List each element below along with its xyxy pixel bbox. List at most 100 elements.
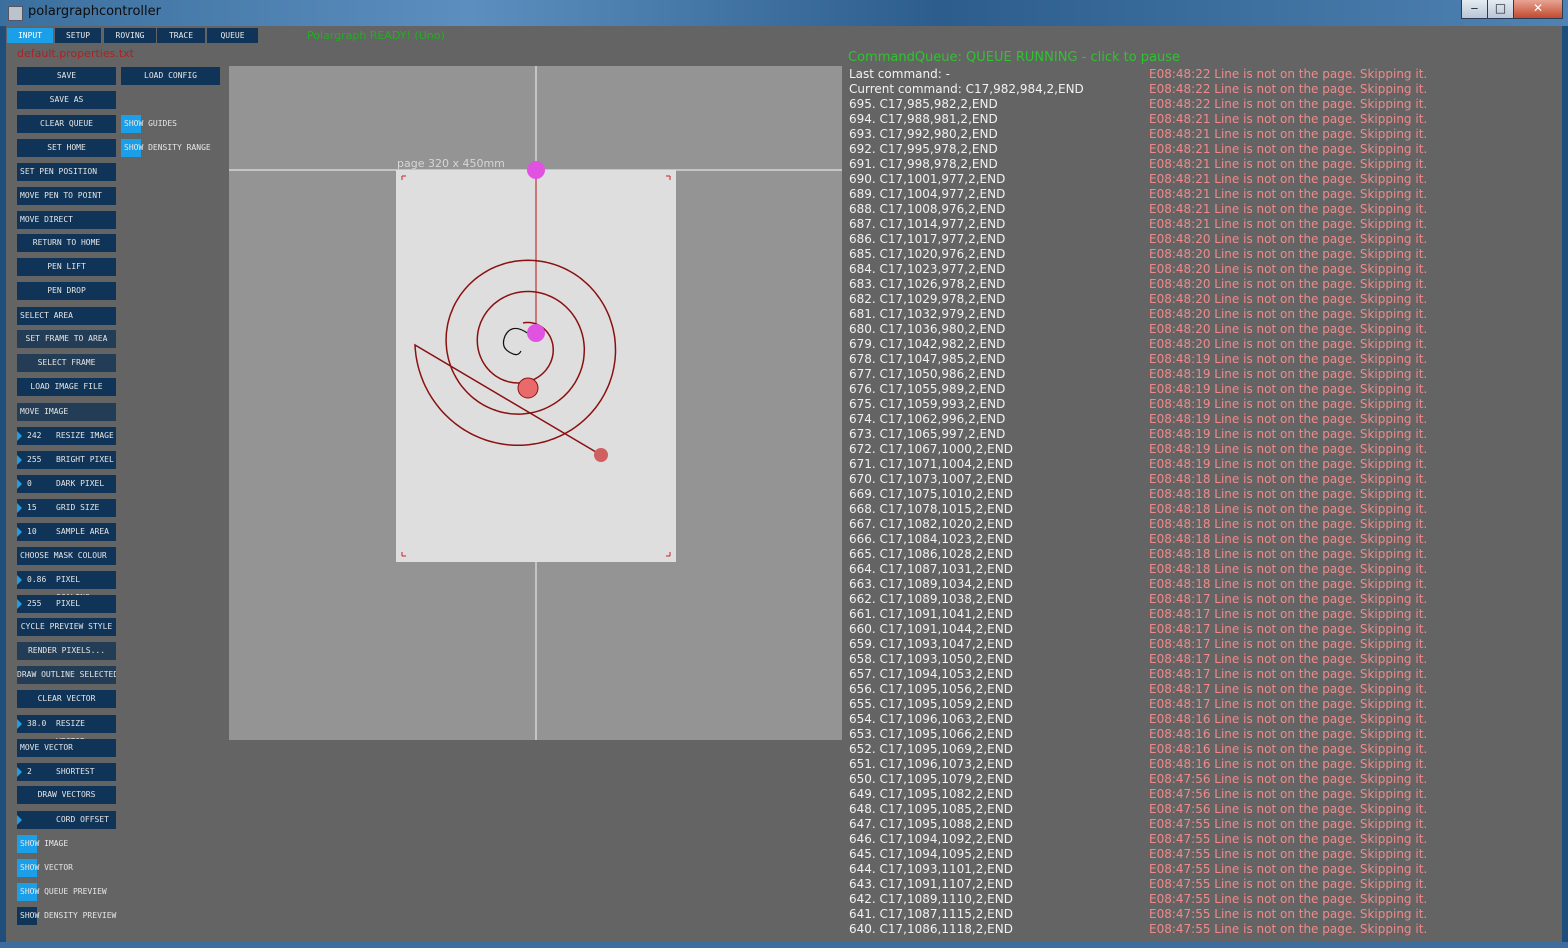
toggle-label: SHOW DENSITY PREVIEW xyxy=(20,911,117,920)
pen-position-marker xyxy=(527,161,545,179)
log-message: E08:48:21 Line is not on the page. Skipp… xyxy=(1149,157,1428,171)
tab-input[interactable]: INPUT xyxy=(7,28,53,43)
current-command: Current command: C17,982,984,2,END xyxy=(849,82,1084,96)
set-pen-position-button[interactable]: SET PEN POSITION xyxy=(17,163,116,181)
toggle-label: SHOW VECTOR xyxy=(20,863,73,872)
queue-item: 678. C17,1047,985,2,END xyxy=(849,352,1006,366)
log-message: E08:47:55 Line is not on the page. Skipp… xyxy=(1149,817,1428,831)
tab-queue[interactable]: QUEUE xyxy=(207,28,258,43)
slider-arrow-icon xyxy=(17,719,22,729)
log-message: E08:48:17 Line is not on the page. Skipp… xyxy=(1149,607,1428,621)
choose-mask-colour-button[interactable]: CHOOSE MASK COLOUR xyxy=(17,547,116,565)
show-image-toggle[interactable]: SHOW IMAGE xyxy=(17,835,127,853)
log-message: E08:48:19 Line is not on the page. Skipp… xyxy=(1149,367,1428,381)
log-message: E08:48:20 Line is not on the page. Skipp… xyxy=(1149,277,1428,291)
queue-item: 662. C17,1089,1038,2,END xyxy=(849,592,1013,606)
stepper-label: SAMPLE AREA xyxy=(56,527,109,536)
log-message: E08:47:55 Line is not on the page. Skipp… xyxy=(1149,907,1428,921)
queue-item: 687. C17,1014,977,2,END xyxy=(849,217,1006,231)
log-message: E08:48:18 Line is not on the page. Skipp… xyxy=(1149,547,1428,561)
pixel-posterize-stepper[interactable]: 255 PIXEL POSTERIZE xyxy=(17,595,116,626)
load-image-file-button[interactable]: LOAD IMAGE FILE xyxy=(17,378,116,396)
machine-canvas[interactable]: page 320 x 450mm xyxy=(229,66,842,740)
draw-outline-selected-button[interactable]: DRAW OUTLINE SELECTED xyxy=(17,666,116,684)
tab-trace[interactable]: TRACE xyxy=(157,28,205,43)
render-pixels-button[interactable]: RENDER PIXELS... xyxy=(17,642,116,660)
queue-item: 647. C17,1095,1088,2,END xyxy=(849,817,1013,831)
queue-item: 695. C17,985,982,2,END xyxy=(849,97,998,111)
show-density-range-toggle[interactable]: SHOW DENSITY RANGE xyxy=(121,139,226,157)
stepper-value: 10 xyxy=(27,527,37,536)
show-density-preview-toggle[interactable]: SHOW DENSITY PREVIEW xyxy=(17,907,127,925)
window-title: polargraphcontroller xyxy=(28,4,161,19)
last-command: Last command: - xyxy=(849,67,950,81)
save-button[interactable]: SAVE xyxy=(17,67,116,85)
queue-item: 683. C17,1026,978,2,END xyxy=(849,277,1006,291)
show-guides-toggle[interactable]: SHOW GUIDES xyxy=(121,115,226,133)
toggle-label: SHOW QUEUE PREVIEW xyxy=(20,887,107,896)
dark-pixel-stepper[interactable]: 0 DARK PIXEL xyxy=(17,475,116,493)
move-direct-button[interactable]: MOVE DIRECT xyxy=(17,211,116,229)
stepper-value: 0 xyxy=(27,479,32,488)
stepper-value: 0.86 xyxy=(27,575,47,584)
queue-item: 665. C17,1086,1028,2,END xyxy=(849,547,1013,561)
pen-lift-button[interactable]: PEN LIFT xyxy=(17,258,116,276)
pen-drop-button[interactable]: PEN DROP xyxy=(17,282,116,300)
move-pen-to-point-button[interactable]: MOVE PEN TO POINT xyxy=(17,187,116,205)
pixel-scaling-stepper[interactable]: 0.86 PIXEL SCALING xyxy=(17,571,116,602)
resize-image-stepper[interactable]: 242 RESIZE IMAGE xyxy=(17,427,116,445)
slider-arrow-icon xyxy=(17,815,22,825)
load-config-button[interactable]: LOAD CONFIG xyxy=(121,67,220,85)
close-button[interactable]: ✕ xyxy=(1513,0,1563,19)
queue-item: 673. C17,1065,997,2,END xyxy=(849,427,1006,441)
minimize-button[interactable]: ‒ xyxy=(1461,0,1488,19)
bright-pixel-stepper[interactable]: 255 BRIGHT PIXEL xyxy=(17,451,116,469)
queue-status-header[interactable]: CommandQueue: QUEUE RUNNING - click to p… xyxy=(848,50,1180,65)
cycle-preview-style-button[interactable]: CYCLE PREVIEW STYLE xyxy=(17,618,116,636)
log-message: E08:48:20 Line is not on the page. Skipp… xyxy=(1149,307,1428,321)
clear-queue-button[interactable]: CLEAR QUEUE xyxy=(17,115,116,133)
log-message: E08:47:55 Line is not on the page. Skipp… xyxy=(1149,922,1428,936)
show-vector-toggle[interactable]: SHOW VECTOR xyxy=(17,859,127,877)
select-frame-button[interactable]: SELECT FRAME xyxy=(17,354,116,372)
log-message: E08:48:17 Line is not on the page. Skipp… xyxy=(1149,622,1428,636)
resize-vector-stepper[interactable]: 38.0 RESIZE VECTOR xyxy=(17,715,116,746)
grid-size-stepper[interactable]: 15 GRID SIZE xyxy=(17,499,116,517)
set-frame-to-area-button[interactable]: SET FRAME TO AREA xyxy=(17,330,116,348)
save-as-button[interactable]: SAVE AS xyxy=(17,91,116,109)
log-message: E08:48:17 Line is not on the page. Skipp… xyxy=(1149,652,1428,666)
queue-item: 670. C17,1073,1007,2,END xyxy=(849,472,1013,486)
show-queue-preview-toggle[interactable]: SHOW QUEUE PREVIEW xyxy=(17,883,127,901)
pen-target-marker xyxy=(527,324,545,342)
shortest-vector-stepper[interactable]: 2 SHORTEST VECTOR xyxy=(17,763,116,794)
set-home-button[interactable]: SET HOME xyxy=(17,139,116,157)
maximize-button[interactable]: □ xyxy=(1487,0,1514,19)
log-message: E08:48:21 Line is not on the page. Skipp… xyxy=(1149,202,1428,216)
queue-item: 676. C17,1055,989,2,END xyxy=(849,382,1006,396)
page-size-label: page 320 x 450mm xyxy=(397,157,505,170)
select-area-button[interactable]: SELECT AREA xyxy=(17,307,116,325)
machine-drawing: page 320 x 450mm xyxy=(229,66,842,740)
queue-item: 685. C17,1020,976,2,END xyxy=(849,247,1006,261)
queue-item: 688. C17,1008,976,2,END xyxy=(849,202,1006,216)
queue-item: 655. C17,1095,1059,2,END xyxy=(849,697,1013,711)
stepper-value: 242 xyxy=(27,431,42,440)
tab-setup[interactable]: SETUP xyxy=(55,28,101,43)
log-message: E08:48:19 Line is not on the page. Skipp… xyxy=(1149,412,1428,426)
toggle-label: SHOW DENSITY RANGE xyxy=(124,143,211,152)
queue-item: 641. C17,1087,1115,2,END xyxy=(849,907,1013,921)
return-to-home-button[interactable]: RETURN TO HOME xyxy=(17,234,116,252)
sample-area-stepper[interactable]: 10 SAMPLE AREA xyxy=(17,523,116,541)
move-vector-button[interactable]: MOVE VECTOR xyxy=(17,739,116,757)
draw-vectors-button[interactable]: DRAW VECTORS xyxy=(17,786,116,804)
clear-vector-button[interactable]: CLEAR VECTOR xyxy=(17,690,116,708)
log-message: E08:48:16 Line is not on the page. Skipp… xyxy=(1149,712,1428,726)
move-image-button[interactable]: MOVE IMAGE xyxy=(17,403,116,421)
cord-offset-stepper[interactable]: CORD OFFSET xyxy=(17,811,116,829)
queue-item: 644. C17,1093,1101,2,END xyxy=(849,862,1013,876)
log-message: E08:48:20 Line is not on the page. Skipp… xyxy=(1149,337,1428,351)
log-message: E08:48:22 Line is not on the page. Skipp… xyxy=(1149,82,1428,96)
tab-roving[interactable]: ROVING xyxy=(104,28,156,43)
log-message: E08:48:20 Line is not on the page. Skipp… xyxy=(1149,247,1428,261)
queue-item: 663. C17,1089,1034,2,END xyxy=(849,577,1013,591)
